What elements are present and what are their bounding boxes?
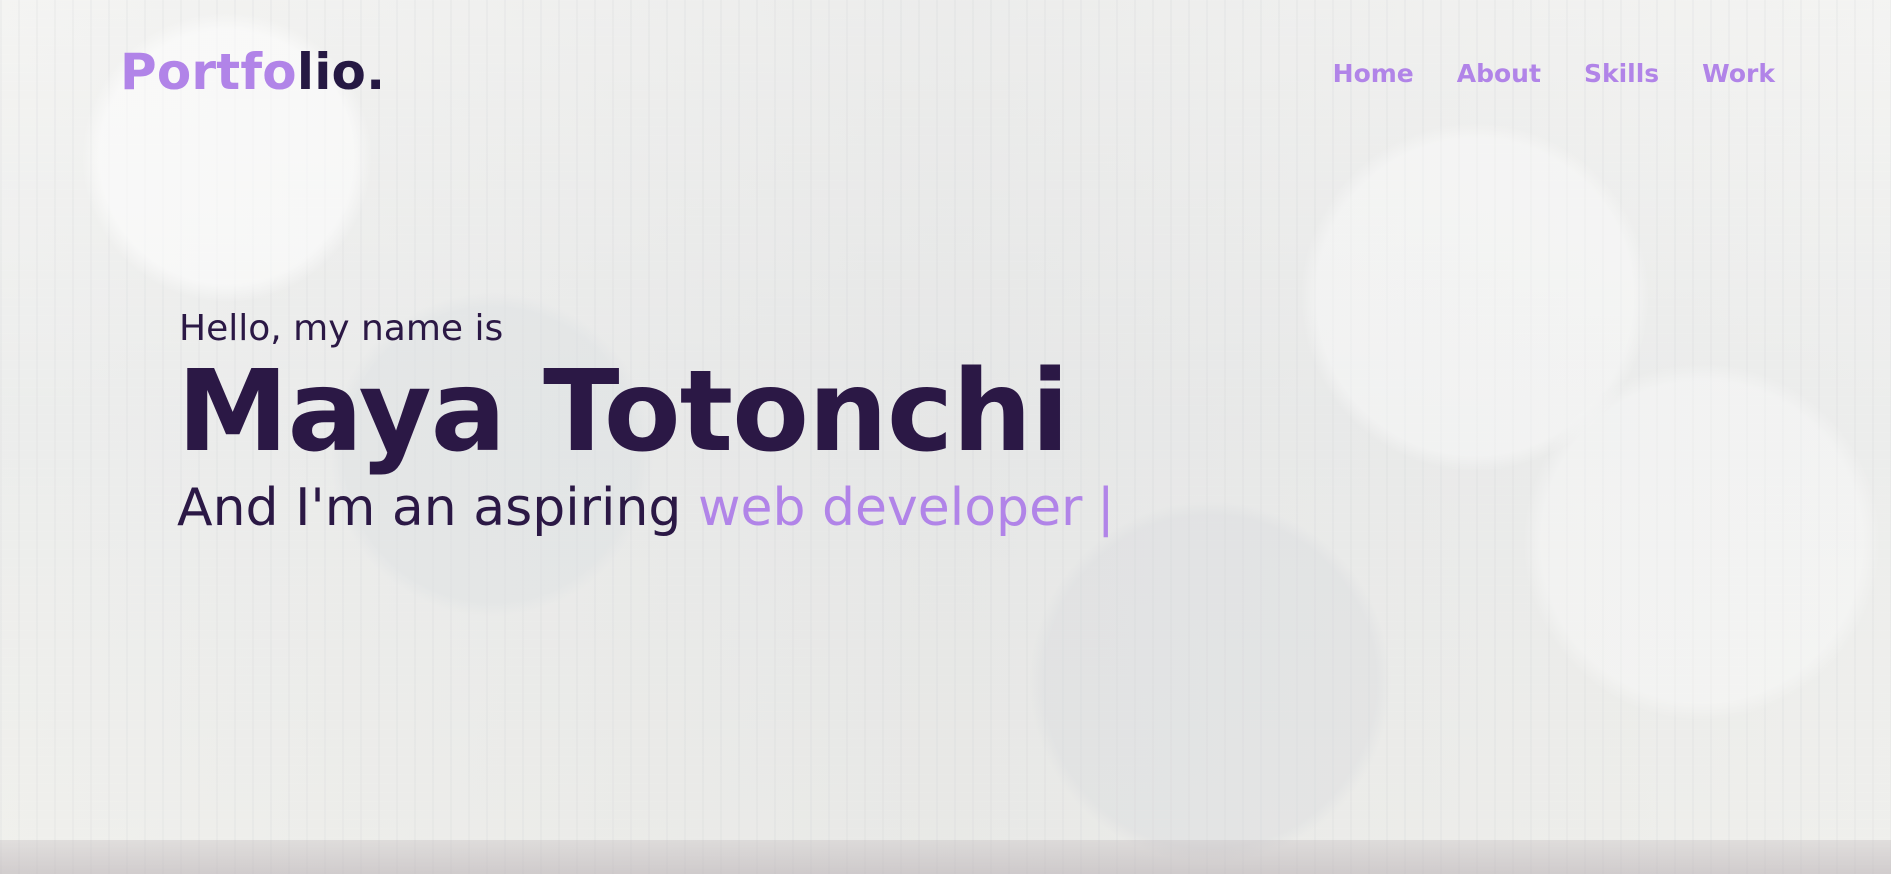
hero-subtitle: And I'm an aspiring web developer | [177, 482, 1115, 534]
nav-link-about[interactable]: About [1457, 61, 1541, 86]
site-header: Portfo lio. Home About Skills Work [120, 42, 1775, 102]
logo-part-1: Portfo [120, 43, 297, 101]
nav-link-work[interactable]: Work [1702, 61, 1775, 86]
nav-link-home[interactable]: Home [1333, 61, 1414, 86]
hero-subtitle-prefix: And I'm an aspiring [177, 477, 698, 538]
hero-greeting: Hello, my name is [179, 308, 504, 349]
hero-subtitle-highlight: web developer [697, 477, 1083, 538]
main-navigation: Home About Skills Work [1333, 61, 1775, 86]
typing-cursor: | [1096, 477, 1115, 538]
hero-section: Hello, my name is Maya Totonchi And I'm … [177, 311, 1115, 534]
hero-name: Maya Totonchi [177, 347, 1069, 477]
logo[interactable]: Portfo lio. [120, 47, 385, 97]
logo-part-2: lio. [296, 43, 386, 101]
nav-link-skills[interactable]: Skills [1584, 61, 1659, 86]
